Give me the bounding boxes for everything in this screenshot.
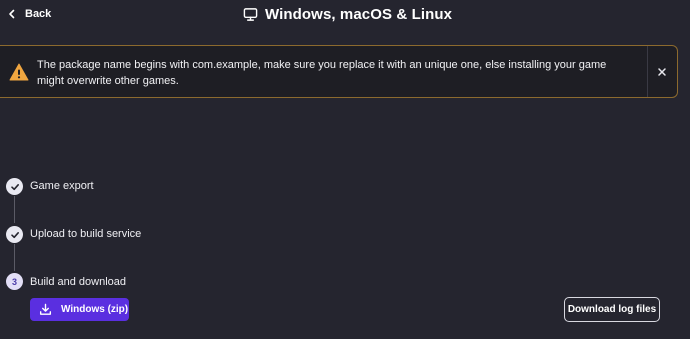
warning-message: The package name begins with com.example… — [37, 59, 607, 87]
export-page: Back Windows, macOS & Linux The package … — [0, 0, 690, 339]
download-log-files-label: Download log files — [567, 304, 657, 315]
step-1-label: Game export — [30, 180, 94, 192]
step-2-complete-marker — [6, 226, 23, 243]
step-connector — [14, 244, 15, 271]
download-log-files-button[interactable]: Download log files — [564, 297, 660, 322]
download-icon — [39, 303, 52, 315]
dismiss-banner-button[interactable] — [653, 63, 671, 81]
monitor-icon — [243, 7, 258, 21]
close-icon — [658, 68, 666, 76]
banner-divider — [647, 46, 648, 97]
step-3-label: Build and download — [30, 276, 127, 288]
step-connector — [14, 196, 15, 223]
step-1-complete-marker — [6, 178, 23, 195]
back-label: Back — [25, 8, 52, 20]
download-windows-zip-label: Windows (zip) — [61, 304, 129, 315]
chevron-left-icon — [9, 9, 15, 19]
step-2-label: Upload to build service — [30, 228, 142, 240]
page-title: Windows, macOS & Linux — [243, 3, 452, 25]
download-windows-zip-button[interactable]: Windows (zip) — [30, 298, 129, 321]
back-button[interactable]: Back — [0, 0, 60, 28]
warning-banner: The package name begins with com.example… — [0, 45, 678, 98]
page-title-text: Windows, macOS & Linux — [265, 5, 453, 23]
step-3-number: 3 — [6, 273, 23, 290]
check-icon — [10, 183, 19, 190]
check-icon — [10, 231, 19, 238]
warning-icon — [9, 63, 29, 81]
